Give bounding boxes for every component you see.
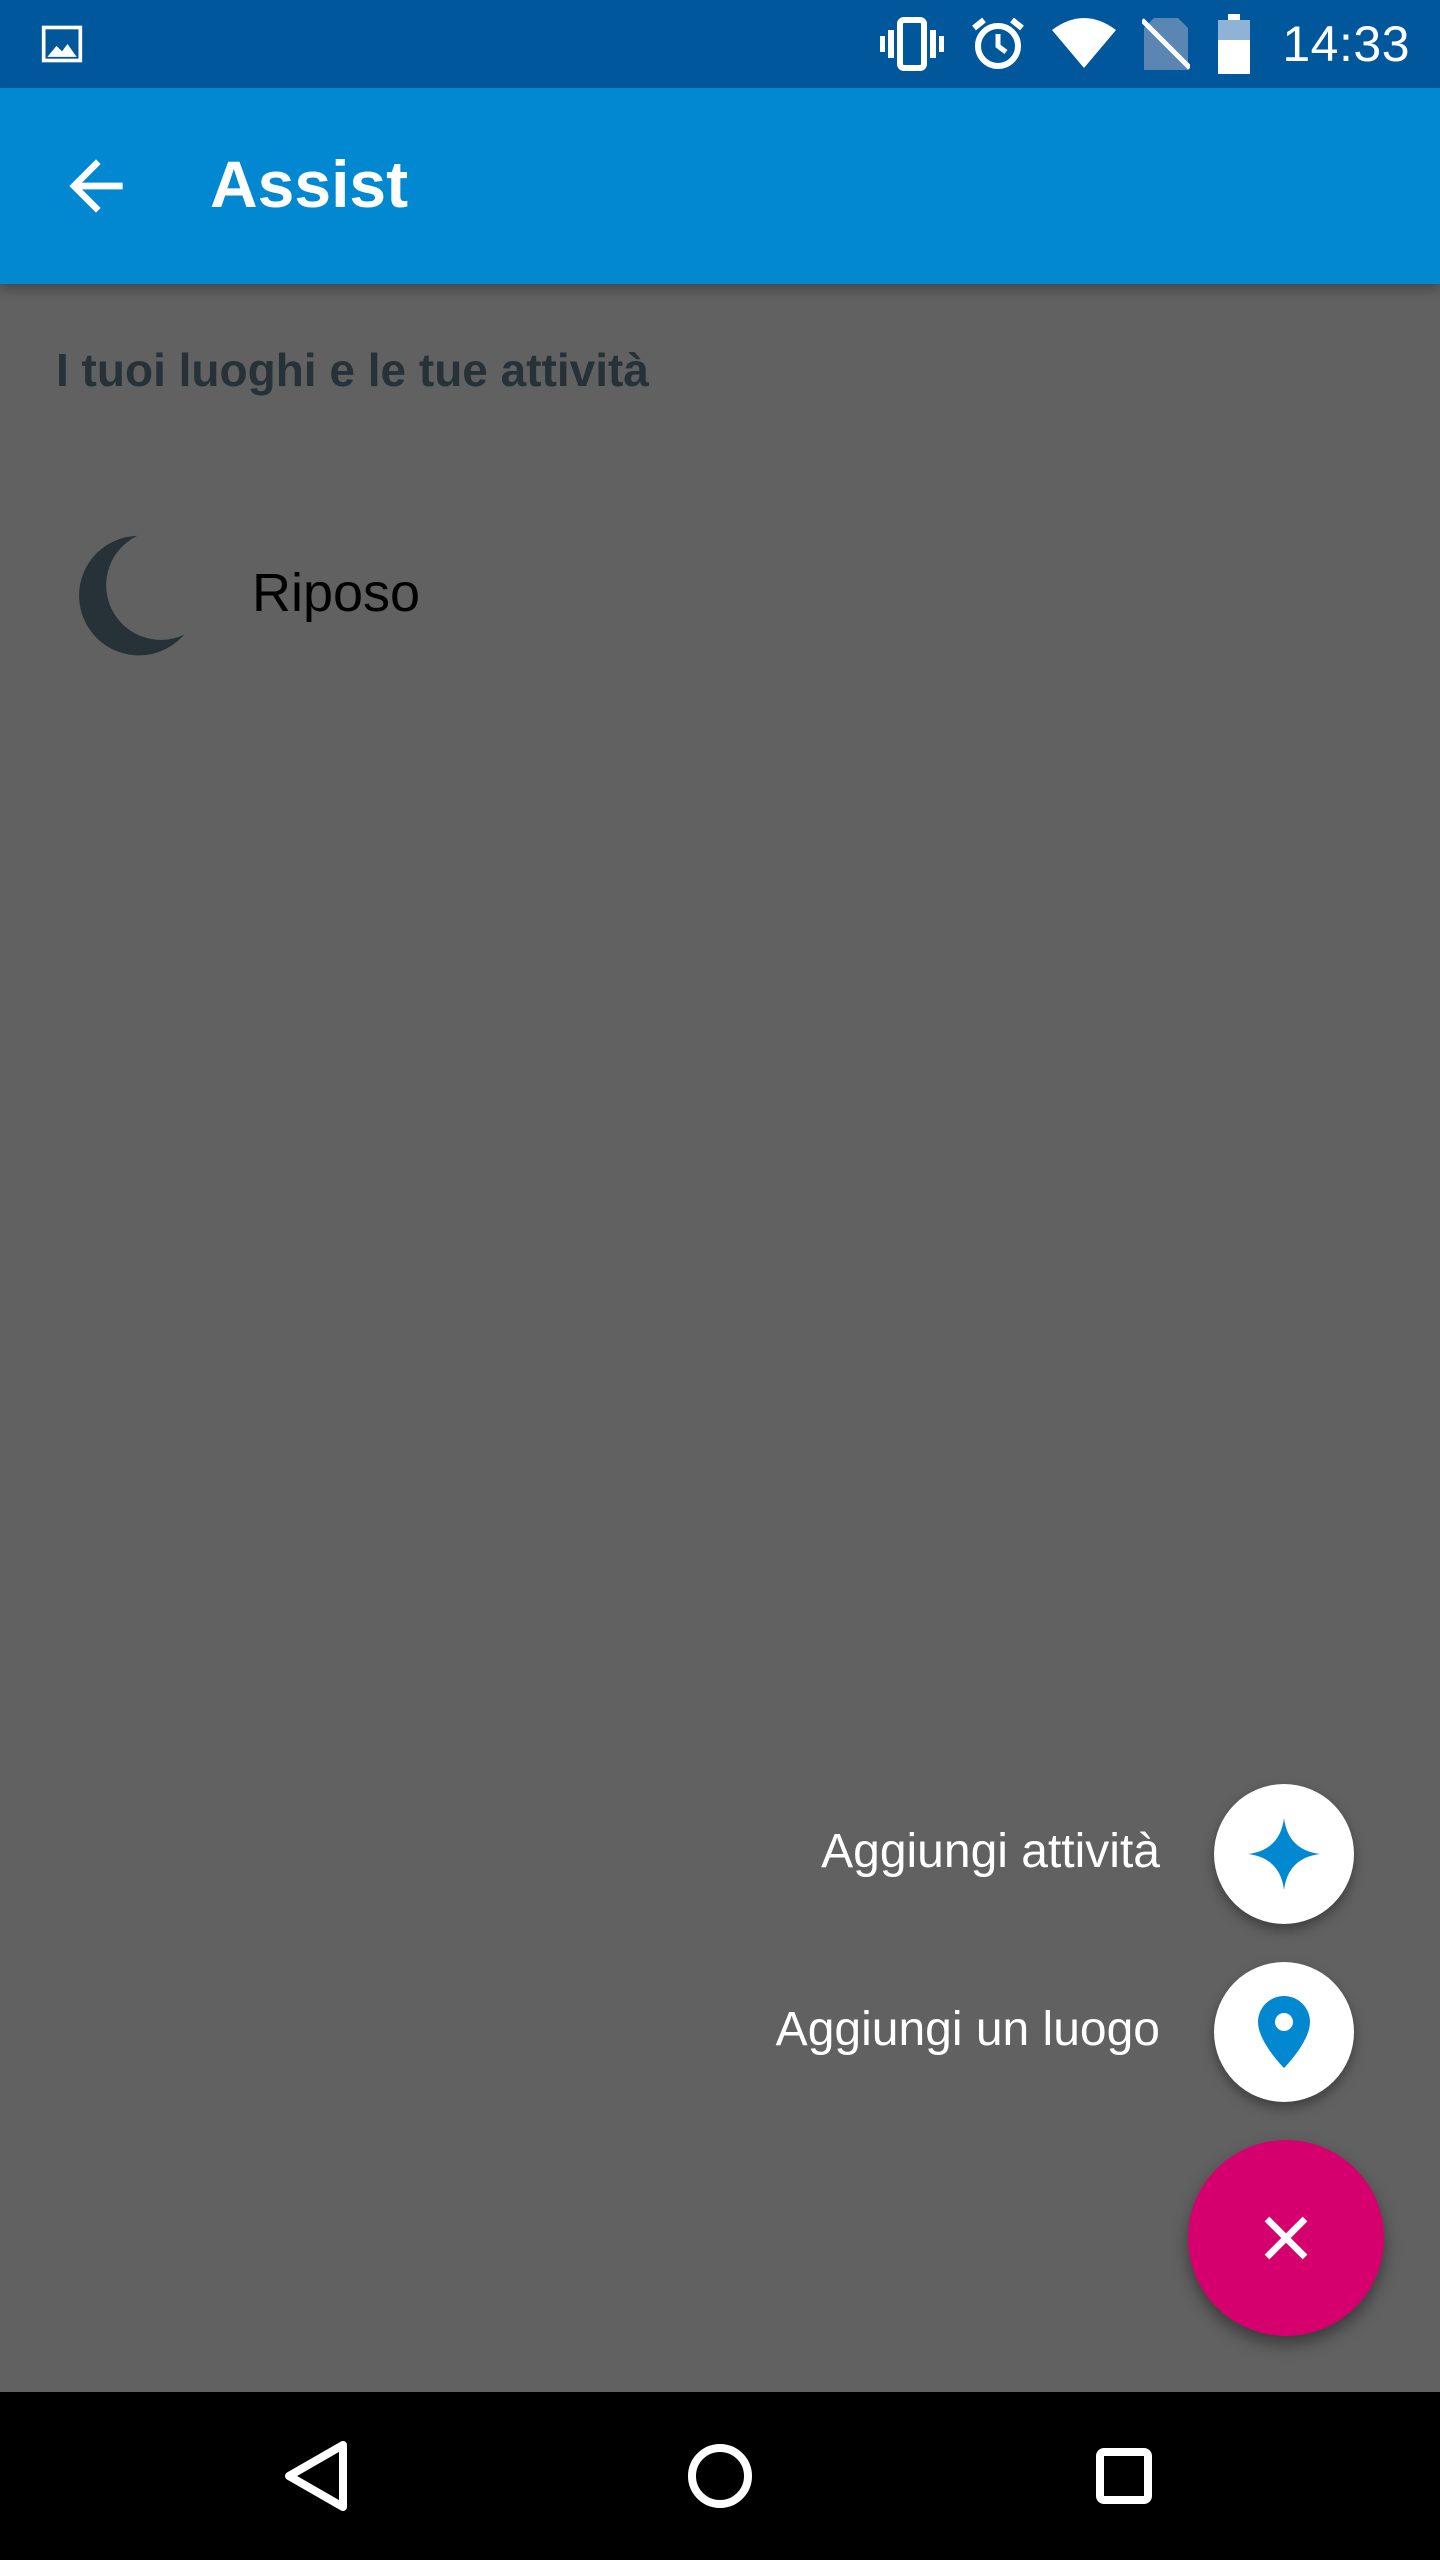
- close-icon: [1264, 2216, 1308, 2260]
- add-place-label[interactable]: Aggiungi un luogo: [776, 1998, 1160, 2062]
- navigation-bar: [0, 2392, 1440, 2560]
- location-pin-icon: [1258, 1996, 1310, 2068]
- nav-home-icon: [688, 2444, 752, 2508]
- fab-row-add-activity[interactable]: Aggiungi attività: [0, 1784, 1440, 1924]
- nav-home-button[interactable]: [670, 2426, 770, 2526]
- nav-back-button[interactable]: [266, 2426, 366, 2526]
- section-header: I tuoi luoghi e le tue attività: [56, 344, 649, 396]
- nav-back-icon: [285, 2441, 347, 2511]
- sparkle-icon: [1248, 1818, 1320, 1890]
- no-sim-icon: [1142, 18, 1191, 70]
- list-item-riposo[interactable]: Riposo: [0, 490, 1440, 690]
- nav-recents-icon: [1096, 2448, 1152, 2504]
- list-item-label: Riposo: [252, 563, 421, 623]
- page-title: Assist: [210, 147, 409, 221]
- wifi-icon: [1052, 18, 1117, 68]
- fab-row-add-place[interactable]: Aggiungi un luogo: [0, 1962, 1440, 2102]
- add-activity-button[interactable]: [1214, 1784, 1354, 1924]
- gallery-icon: [41, 25, 83, 63]
- add-place-button[interactable]: [1214, 1962, 1354, 2102]
- status-bar: 14:33: [0, 0, 1440, 88]
- alarm-icon: [972, 17, 1025, 69]
- status-icons: 14:33: [880, 0, 1410, 88]
- battery-icon: [1218, 14, 1251, 74]
- add-activity-label[interactable]: Aggiungi attività: [821, 1820, 1160, 1884]
- nav-recents-button[interactable]: [1074, 2426, 1174, 2526]
- vibrate-icon: [880, 17, 945, 71]
- close-fab-button[interactable]: [1188, 2140, 1384, 2336]
- moon-icon: [79, 535, 185, 656]
- arrow-back-icon[interactable]: [56, 146, 136, 226]
- app-bar: Assist: [0, 88, 1440, 284]
- screen: 14:33 Assist I tuoi luoghi e le tue atti…: [0, 0, 1440, 2560]
- status-time: 14:33: [1282, 16, 1410, 72]
